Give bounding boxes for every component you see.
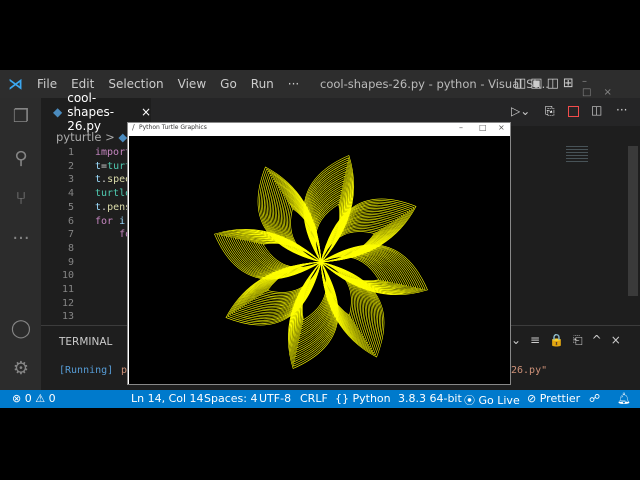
petal-stroke [227, 261, 322, 324]
tab-close-icon[interactable]: × [141, 105, 151, 119]
menu-go[interactable]: Go [220, 77, 237, 91]
source-control-icon[interactable]: ⑂ [10, 188, 32, 210]
scrollbar[interactable] [628, 146, 638, 296]
menu-file[interactable]: File [37, 77, 57, 91]
line-number: 11 [61, 284, 74, 295]
window-controls[interactable]: –□× [582, 76, 640, 98]
petal-stroke [320, 200, 415, 263]
python-interpreter[interactable]: 3.8.3 64-bit [398, 392, 462, 405]
layout-toggle-icons[interactable]: ◫▣◫⊞ [514, 76, 578, 91]
status-bar: ⊗ 0 ⚠ 0 Ln 14, Col 14 Spaces: 4 UTF-8 CR… [0, 390, 640, 408]
code-token: fo [95, 229, 132, 241]
line-number: 2 [67, 160, 74, 172]
search-icon[interactable]: ⚲ [10, 148, 32, 170]
code-token: import [95, 147, 132, 158]
feedback-icon[interactable]: ☍ [589, 392, 600, 405]
tab-label: cool-shapes-26.py [67, 91, 115, 133]
line-number: 6 [67, 215, 74, 227]
line-ending[interactable]: CRLF [300, 392, 328, 405]
breadcrumb-folder[interactable]: pyturtle [56, 130, 101, 144]
breadcrumb-sep: > [105, 130, 115, 144]
more-icon[interactable]: ··· [10, 228, 32, 250]
prettier-status[interactable]: ⊘ Prettier [527, 392, 580, 405]
breadcrumb: pyturtle > ◆ [56, 130, 127, 144]
menu-edit[interactable]: Edit [71, 77, 94, 91]
encoding[interactable]: UTF-8 [259, 392, 291, 405]
minimap[interactable] [566, 146, 588, 164]
tab-terminal[interactable]: TERMINAL [59, 336, 112, 348]
turtle-window-title: Python Turtle Graphics [139, 124, 207, 131]
go-live-button[interactable]: ⦿ Go Live [464, 392, 520, 408]
open-changes-icon[interactable]: ⎘ [545, 104, 555, 119]
turtle-graphics-window[interactable]: / Python Turtle Graphics – □ × [127, 122, 511, 385]
notifications-bell-icon[interactable]: 🔔︎ [617, 392, 631, 405]
terminal-running: [Running] [59, 365, 114, 376]
vscode-logo-icon: ⋊ [8, 75, 23, 93]
terminal-cmd-end: 26.py" [511, 365, 548, 376]
go-live-label: Go Live [478, 394, 520, 407]
line-number: 5 [67, 201, 74, 213]
language-mode[interactable]: {} Python [335, 392, 391, 405]
run-button[interactable]: ▷⌄ [511, 104, 530, 118]
stop-icon[interactable] [568, 106, 579, 117]
line-number: 1 [67, 147, 74, 158]
problems-status[interactable]: ⊗ 0 ⚠ 0 [12, 392, 56, 405]
line-number: 9 [67, 256, 74, 268]
menu-run[interactable]: Run [251, 77, 274, 91]
panel-actions[interactable]: ⌄≡🔒⎗^× [511, 333, 630, 348]
line-number: 10 [61, 270, 74, 282]
petal-stroke [259, 168, 322, 263]
explorer-icon[interactable]: ❐ [10, 106, 32, 128]
settings-gear-icon[interactable]: ⚙ [10, 358, 32, 380]
minimize-button[interactable]: – [459, 123, 463, 132]
error-count: 0 [24, 392, 32, 405]
cursor-position[interactable]: Ln 14, Col 14 [131, 392, 204, 405]
line-number: 13 [61, 311, 74, 323]
warning-count: 0 [48, 392, 56, 405]
language-label: Python [352, 392, 391, 405]
feather-icon: / [132, 123, 135, 132]
prettier-label: Prettier [539, 392, 581, 405]
activity-bar: ❐ ⚲ ⑂ ··· ◯ ⚙ [0, 98, 41, 390]
code-token: for [95, 215, 114, 227]
menu-more[interactable]: ··· [288, 77, 299, 91]
python-file-icon: ◆ [53, 105, 63, 119]
indentation[interactable]: Spaces: 4 [204, 392, 257, 405]
editor-more-icon[interactable]: ··· [616, 103, 627, 117]
line-number: 4 [67, 188, 74, 200]
close-button[interactable]: × [498, 123, 505, 132]
menu-selection[interactable]: Selection [108, 77, 163, 91]
menu-view[interactable]: View [178, 77, 206, 91]
python-file-icon: ◆ [118, 130, 128, 144]
split-editor-icon[interactable]: ◫ [591, 103, 602, 117]
petal-stroke [320, 261, 383, 356]
line-number: 3 [67, 174, 74, 186]
maximize-button[interactable]: □ [479, 123, 487, 132]
line-number: 7 [67, 229, 74, 241]
line-number: 12 [61, 297, 74, 309]
account-icon[interactable]: ◯ [10, 318, 32, 340]
turtle-canvas [129, 136, 510, 384]
code-token: turtle [95, 188, 132, 200]
line-number: 8 [67, 242, 74, 254]
